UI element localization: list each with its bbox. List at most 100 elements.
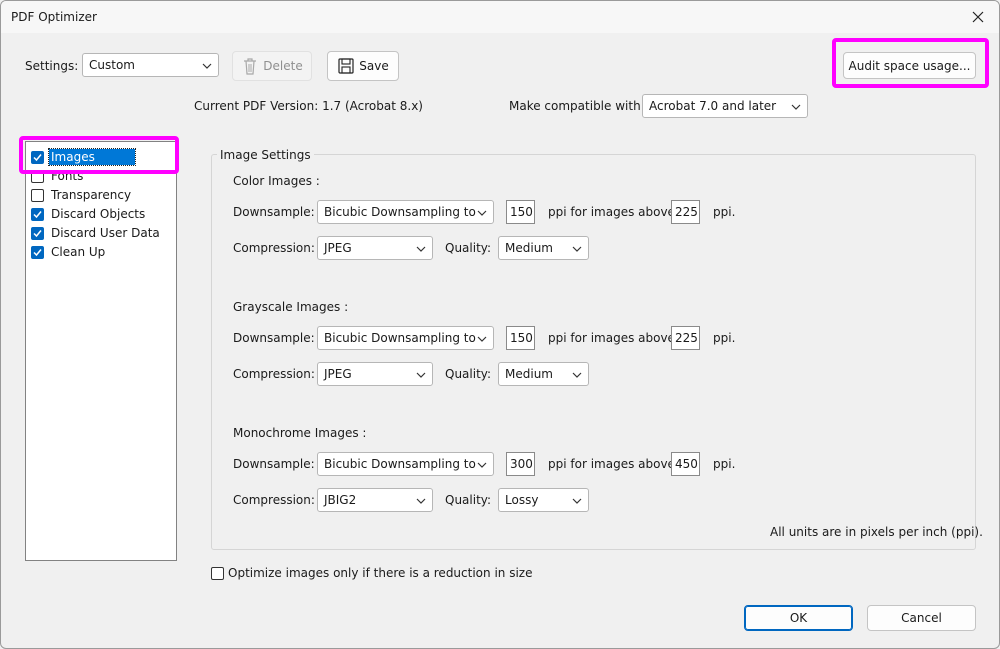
cancel-button[interactable]: Cancel (867, 605, 976, 631)
color-images-heading: Color Images : (233, 174, 320, 188)
compat-select[interactable]: Acrobat 7.0 and later (642, 94, 808, 118)
color-compression-select[interactable]: JPEG (317, 236, 433, 260)
current-version-text: Current PDF Version: 1.7 (Acrobat 8.x) (194, 99, 423, 113)
list-item-fonts[interactable]: Fonts (31, 167, 85, 185)
checkbox-discard-objects[interactable] (31, 207, 44, 221)
chevron-down-icon (477, 462, 487, 468)
mono-ppi-above-field[interactable]: 450 (671, 452, 700, 476)
downsample-label: Downsample: (233, 331, 315, 345)
checkmark-icon (33, 248, 42, 256)
category-list[interactable]: Images Fonts Transparency Discard Object… (25, 141, 177, 561)
color-compression-value: JPEG (324, 241, 352, 255)
list-item-label: Images (48, 148, 136, 166)
ppi-label: ppi. (713, 457, 736, 471)
list-item-discard-user-data[interactable]: Discard User Data (31, 224, 162, 242)
chevron-down-icon (572, 498, 582, 504)
optimize-only-checkbox[interactable]: Optimize images only if there is a reduc… (211, 566, 532, 580)
grayscale-images-heading: Grayscale Images : (233, 300, 349, 314)
list-item-label: Transparency (51, 188, 132, 202)
checkbox-clean-up[interactable] (31, 245, 44, 259)
save-button[interactable]: Save (327, 51, 399, 81)
list-item-images[interactable]: Images (31, 148, 136, 166)
chevron-down-icon (416, 498, 426, 504)
cancel-label: Cancel (901, 611, 942, 625)
image-settings-title: Image Settings (217, 147, 314, 163)
grayscale-compression-select[interactable]: JPEG (317, 362, 433, 386)
ppi-above-label: ppi for images above (548, 205, 675, 219)
grayscale-ppi-above-field[interactable]: 225 (671, 326, 700, 350)
downsample-label: Downsample: (233, 205, 315, 219)
list-item-label: Clean Up (51, 245, 106, 259)
window-title: PDF Optimizer (11, 10, 97, 24)
grayscale-downsample-select[interactable]: Bicubic Downsampling to (317, 326, 494, 350)
close-button[interactable] (955, 1, 999, 33)
chevron-down-icon (202, 63, 212, 69)
mono-ppi-to-field[interactable]: 300 (506, 452, 535, 476)
delete-label: Delete (263, 59, 303, 73)
mono-quality-value: Lossy (505, 493, 539, 507)
settings-value: Custom (89, 58, 135, 72)
color-ppi-to-field[interactable]: 150 (506, 200, 535, 224)
grayscale-quality-select[interactable]: Medium (498, 362, 589, 386)
chevron-down-icon (572, 372, 582, 378)
mono-quality-select[interactable]: Lossy (498, 488, 589, 512)
settings-select[interactable]: Custom (82, 53, 219, 77)
checkmark-icon (33, 210, 42, 218)
checkmark-icon (33, 229, 42, 237)
list-item-label: Discard Objects (51, 207, 146, 221)
pdf-optimizer-dialog: PDF Optimizer Settings: Custom Delete Sa… (0, 0, 1000, 649)
grayscale-compression-value: JPEG (324, 367, 352, 381)
checkbox-images[interactable] (31, 150, 44, 164)
ppi-label: ppi. (713, 205, 736, 219)
audit-space-usage-button[interactable]: Audit space usage... (843, 52, 976, 79)
chevron-down-icon (572, 246, 582, 252)
mono-downsample-value: Bicubic Downsampling to (324, 457, 476, 471)
close-icon (972, 11, 984, 23)
ok-label: OK (789, 611, 808, 625)
grayscale-ppi-to-field[interactable]: 150 (506, 326, 535, 350)
list-item-discard-objects[interactable]: Discard Objects (31, 205, 147, 223)
color-quality-value: Medium (505, 241, 553, 255)
ppi-above-label: ppi for images above (548, 457, 675, 471)
compat-value: Acrobat 7.0 and later (649, 99, 777, 113)
trash-icon (244, 58, 257, 75)
monochrome-images-heading: Monochrome Images : (233, 426, 367, 440)
chevron-down-icon (477, 210, 487, 216)
color-quality-select[interactable]: Medium (498, 236, 589, 260)
list-item-label: Fonts (51, 169, 84, 183)
quality-label: Quality: (445, 493, 492, 507)
checkbox-transparency[interactable] (31, 188, 44, 202)
compression-label: Compression: (233, 241, 315, 255)
ppi-above-label: ppi for images above (548, 331, 675, 345)
chevron-down-icon (416, 372, 426, 378)
ppi-label: ppi. (713, 331, 736, 345)
mono-compression-value: JBIG2 (324, 493, 357, 507)
audit-label: Audit space usage... (848, 58, 971, 73)
grayscale-downsample-value: Bicubic Downsampling to (324, 331, 476, 345)
compression-label: Compression: (233, 367, 315, 381)
ok-button[interactable]: OK (744, 605, 853, 631)
chevron-down-icon (416, 246, 426, 252)
checkbox-discard-user-data[interactable] (31, 226, 44, 240)
chevron-down-icon (791, 104, 801, 110)
title-bar: PDF Optimizer (1, 1, 999, 33)
list-item-clean-up[interactable]: Clean Up (31, 243, 107, 261)
list-item-transparency[interactable]: Transparency (31, 186, 133, 204)
color-downsample-select[interactable]: Bicubic Downsampling to (317, 200, 494, 224)
color-downsample-value: Bicubic Downsampling to (324, 205, 476, 219)
quality-label: Quality: (445, 367, 492, 381)
mono-downsample-select[interactable]: Bicubic Downsampling to (317, 452, 494, 476)
mono-compression-select[interactable]: JBIG2 (317, 488, 433, 512)
save-label: Save (359, 59, 389, 73)
settings-label: Settings: (25, 59, 79, 73)
quality-label: Quality: (445, 241, 492, 255)
compression-label: Compression: (233, 493, 315, 507)
downsample-label: Downsample: (233, 457, 315, 471)
optimize-only-box[interactable] (211, 566, 224, 580)
color-ppi-above-field[interactable]: 225 (671, 200, 700, 224)
optimize-only-label: Optimize images only if there is a reduc… (228, 566, 533, 580)
list-item-label: Discard User Data (51, 226, 160, 240)
chevron-down-icon (477, 336, 487, 342)
checkbox-fonts[interactable] (31, 169, 44, 183)
delete-button[interactable]: Delete (232, 51, 312, 81)
